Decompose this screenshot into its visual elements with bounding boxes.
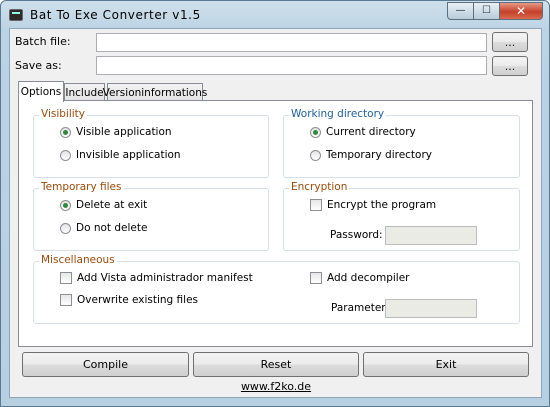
radio-selected-icon xyxy=(310,126,321,138)
miscellaneous-group-title: Miscellaneous xyxy=(39,254,117,266)
maximize-button[interactable]: ☐ xyxy=(474,2,500,20)
radio-unselected-icon xyxy=(310,149,321,161)
do-not-delete-radio[interactable]: Do not delete xyxy=(60,222,147,234)
temporary-files-group: Temporary files Delete at exit Do not de… xyxy=(33,181,269,251)
tab-include[interactable]: Include xyxy=(64,83,105,101)
miscellaneous-group: Miscellaneous Add Vista administrador ma… xyxy=(33,254,520,324)
close-icon: ✕ xyxy=(515,4,527,18)
tab-options[interactable]: Options xyxy=(18,81,64,102)
encryption-group-title: Encryption xyxy=(289,181,350,193)
console-app-icon xyxy=(9,9,23,21)
encrypt-program-checkbox[interactable]: Encrypt the program xyxy=(310,199,436,211)
vista-manifest-checkbox[interactable]: Add Vista administrador manifest xyxy=(60,272,253,284)
checkbox-icon xyxy=(310,199,322,211)
batch-file-label: Batch file: xyxy=(15,35,71,48)
app-window: Bat To Exe Converter v1.5 — ☐ ✕ Batch fi… xyxy=(0,0,550,407)
overwrite-files-label: Overwrite existing files xyxy=(77,294,199,306)
visibility-group-title: Visibility xyxy=(39,108,88,120)
vista-manifest-label: Add Vista administrador manifest xyxy=(77,272,253,284)
delete-at-exit-radio[interactable]: Delete at exit xyxy=(60,199,147,211)
overwrite-files-checkbox[interactable]: Overwrite existing files xyxy=(60,294,198,306)
add-decompiler-checkbox[interactable]: Add decompiler xyxy=(310,272,410,284)
radio-selected-icon xyxy=(60,126,71,138)
temporary-directory-radio[interactable]: Temporary directory xyxy=(310,149,432,161)
reset-button[interactable]: Reset xyxy=(193,352,359,377)
title-bar[interactable]: Bat To Exe Converter v1.5 — ☐ ✕ xyxy=(1,1,549,29)
client-area: Batch file: ... Save as: ... Options Inc… xyxy=(9,28,542,398)
temporary-directory-label: Temporary directory xyxy=(326,149,432,161)
current-directory-label: Current directory xyxy=(326,126,416,138)
batch-file-browse-button[interactable]: ... xyxy=(492,32,528,52)
visibility-group: Visibility Visible application Invisible… xyxy=(33,108,269,178)
invisible-application-label: Invisible application xyxy=(76,149,181,161)
save-as-input[interactable] xyxy=(96,56,487,75)
encryption-group: Encryption Encrypt the program Password: xyxy=(283,181,520,251)
options-tab-panel: Visibility Visible application Invisible… xyxy=(18,100,533,347)
caption-buttons: — ☐ ✕ xyxy=(447,2,543,20)
radio-unselected-icon xyxy=(60,149,71,161)
radio-unselected-icon xyxy=(60,222,71,234)
add-decompiler-label: Add decompiler xyxy=(327,272,410,284)
exit-button[interactable]: Exit xyxy=(363,352,529,377)
close-button[interactable]: ✕ xyxy=(500,2,543,20)
maximize-icon: ☐ xyxy=(482,5,491,16)
invisible-application-radio[interactable]: Invisible application xyxy=(60,149,181,161)
encrypt-program-label: Encrypt the program xyxy=(327,199,437,211)
tab-versioninformations[interactable]: Versioninformations xyxy=(103,83,207,101)
save-as-browse-button[interactable]: ... xyxy=(492,56,528,76)
temporary-files-group-title: Temporary files xyxy=(39,181,124,193)
window-title: Bat To Exe Converter v1.5 xyxy=(30,8,201,22)
delete-at-exit-label: Delete at exit xyxy=(76,199,148,211)
batch-file-input[interactable] xyxy=(96,33,487,52)
password-input[interactable] xyxy=(385,226,477,245)
minimize-icon: — xyxy=(455,5,466,16)
visible-application-label: Visible application xyxy=(76,126,172,138)
parameter-input[interactable] xyxy=(385,299,477,318)
website-link[interactable]: www.f2ko.de xyxy=(1,380,550,393)
password-label: Password: xyxy=(330,229,383,241)
minimize-button[interactable]: — xyxy=(447,2,474,20)
do-not-delete-label: Do not delete xyxy=(76,222,148,234)
radio-selected-icon xyxy=(60,199,71,211)
parameter-label: Parameter: xyxy=(331,302,389,314)
save-as-label: Save as: xyxy=(15,59,62,72)
working-directory-group: Working directory Current directory Temp… xyxy=(283,108,520,178)
checkbox-icon xyxy=(310,272,322,284)
checkbox-icon xyxy=(60,272,72,284)
checkbox-icon xyxy=(60,294,72,306)
compile-button[interactable]: Compile xyxy=(22,352,189,377)
working-directory-group-title: Working directory xyxy=(289,108,387,120)
current-directory-radio[interactable]: Current directory xyxy=(310,126,416,138)
visible-application-radio[interactable]: Visible application xyxy=(60,126,172,138)
